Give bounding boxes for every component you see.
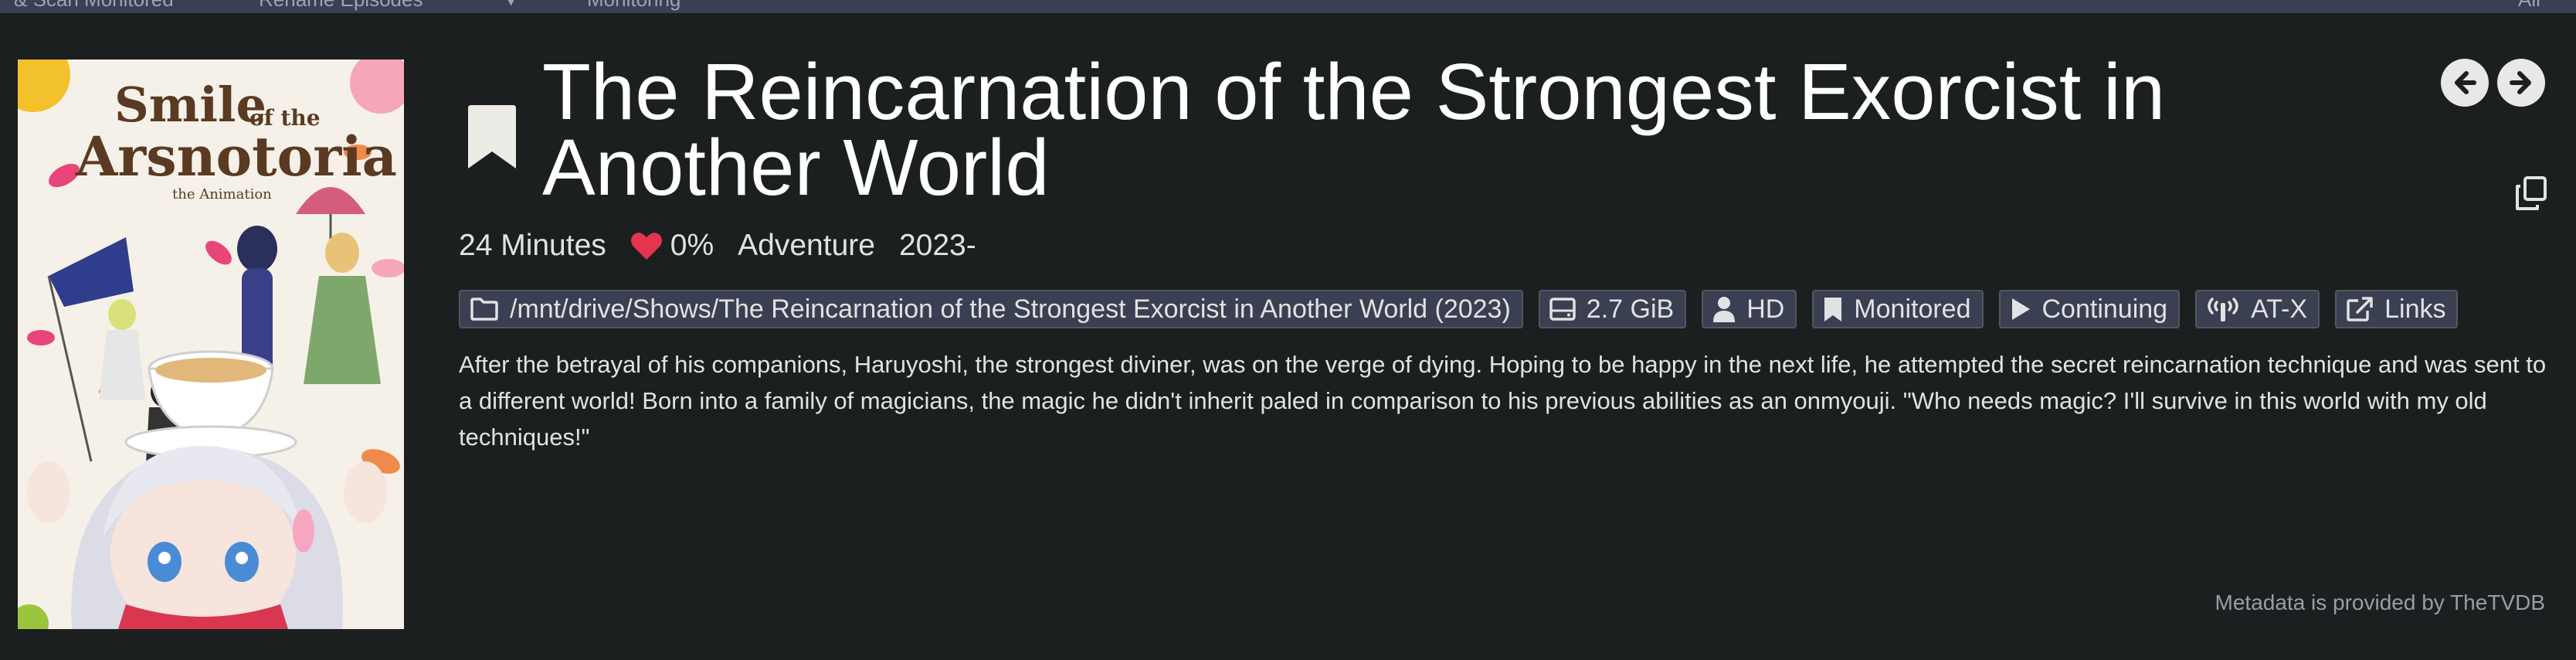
series-labels: /mnt/drive/Shows/The Reincarnation of th…: [459, 290, 2473, 328]
next-series-button[interactable]: [2497, 59, 2545, 107]
series-status: Continuing: [2041, 294, 2168, 324]
series-years: 2023-: [898, 229, 976, 262]
series-runtime: 24 Minutes: [459, 229, 606, 262]
metadata-credit: Metadata is provided by TheTVDB: [2215, 590, 2545, 614]
page-toolbar: & Scan Monitored Rename Episodes ▾ Monit…: [0, 0, 2576, 13]
series-rating: 0%: [630, 229, 714, 263]
monitor-toggle-bookmark-icon[interactable]: [468, 105, 516, 168]
broadcast-icon: [2208, 298, 2238, 321]
toolbar-all[interactable]: All: [2518, 0, 2540, 12]
links-button[interactable]: Links: [2335, 290, 2459, 328]
series-path-label: /mnt/drive/Shows/The Reincarnation of th…: [459, 290, 1523, 328]
previous-series-button[interactable]: [2441, 59, 2489, 107]
toolbar-update-scan[interactable]: & Scan Monitored: [14, 0, 174, 12]
monitored-status: Monitored: [1854, 294, 1971, 324]
external-link-icon: [2347, 297, 2373, 321]
series-overview: After the betrayal of his companions, Ha…: [459, 351, 2547, 451]
folder-icon: [470, 298, 498, 321]
series-size-label: 2.7 GiB: [1538, 290, 1687, 328]
bookmark-small-icon: [1824, 298, 1842, 321]
series-size: 2.7 GiB: [1586, 294, 1675, 324]
arrow-left-icon: [2455, 71, 2476, 94]
arrow-right-icon: [2510, 71, 2531, 94]
series-genre: Adventure: [738, 229, 875, 262]
quality-profile: HD: [1746, 294, 1785, 324]
toolbar-dropdown-caret[interactable]: ▾: [506, 0, 516, 12]
series-poster: Smile of the Arsnotoria the Animation: [18, 60, 404, 629]
network-name: AT-X: [2251, 294, 2308, 324]
series-rating-value: 0%: [670, 229, 714, 262]
series-status-label: Continuing: [1998, 290, 2181, 328]
quality-profile-label: HD: [1702, 290, 1797, 328]
poster-title-arsnotoria: Arsnotoria: [75, 124, 397, 189]
series-title: The Reincarnation of the Strongest Exorc…: [542, 47, 2166, 212]
links-label: Links: [2384, 294, 2446, 324]
toolbar-rename-episodes[interactable]: Rename Episodes: [259, 0, 423, 12]
heart-icon: [630, 233, 662, 260]
play-icon: [2011, 298, 2030, 320]
monitored-label: Monitored: [1812, 290, 1984, 328]
poster-subtitle: the Animation: [172, 186, 272, 202]
network-label: AT-X: [2195, 290, 2320, 328]
toolbar-monitoring[interactable]: Monitoring: [587, 0, 680, 12]
copy-icon[interactable]: [2514, 175, 2548, 211]
drive-icon: [1549, 298, 1576, 321]
series-info-row: 24 Minutes 0% Adventure 2023-: [459, 227, 1000, 264]
profile-icon: [1713, 297, 1736, 322]
series-path: /mnt/drive/Shows/The Reincarnation of th…: [510, 294, 1511, 324]
